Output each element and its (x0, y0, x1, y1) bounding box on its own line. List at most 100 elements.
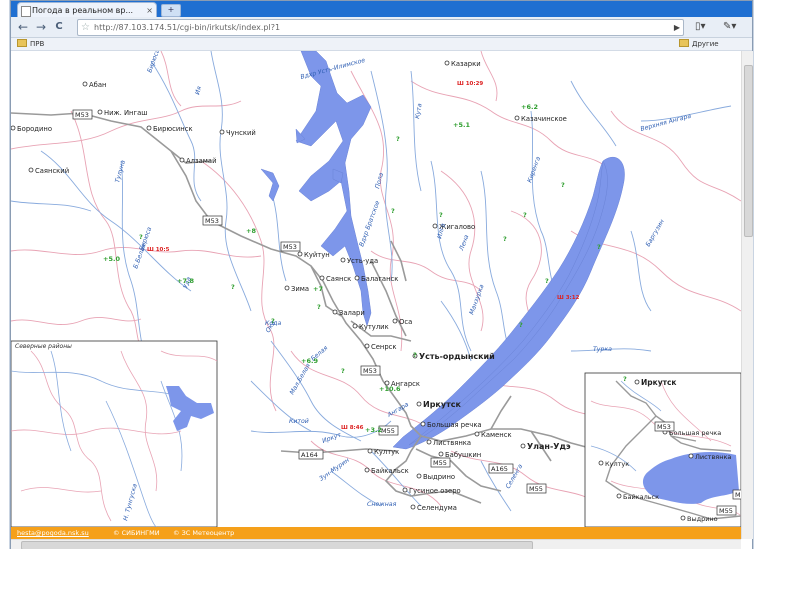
tab-weather[interactable]: Погода в реальном вр... × (17, 2, 157, 17)
unknown-marker: ? (439, 211, 443, 219)
city-marker (97, 109, 103, 115)
temperature-label: +3.2 (365, 426, 382, 434)
inset-city-label: Култук (605, 460, 629, 468)
city-marker (340, 257, 346, 263)
reload-button[interactable]: C (51, 19, 67, 35)
tools-menu-button[interactable]: ✎▾ (723, 19, 736, 35)
address-bar[interactable]: ☆ http://87.103.174.51/cgi-bin/irkutsk/i… (77, 19, 684, 36)
wind-label: Ш 10:5 (147, 247, 170, 253)
temperature-label: +7 (313, 285, 323, 293)
city-marker (179, 157, 185, 163)
temperature-label: +6.2 (521, 103, 538, 111)
city-label: Листвянка (433, 439, 471, 447)
road-label: A164 (301, 451, 318, 459)
city-label: Бирюсинск (153, 125, 193, 133)
unknown-marker: ? (317, 303, 321, 311)
go-icon[interactable]: ▶ (674, 20, 680, 35)
city-marker (352, 323, 358, 329)
city-marker (410, 504, 416, 510)
folder-icon (679, 39, 689, 47)
bookmarks-bar: ПРВ Другие закладки (11, 38, 752, 60)
star-icon[interactable]: ☆ (81, 20, 90, 35)
scroll-thumb[interactable] (744, 65, 753, 237)
city-label: Большая речка (427, 421, 482, 429)
city-marker (364, 343, 370, 349)
forward-button[interactable]: → (33, 19, 49, 35)
folder-icon (17, 39, 27, 47)
unknown-marker: ? (413, 351, 417, 359)
river-label: Турка (593, 346, 612, 353)
city-label: Выдрино (423, 473, 455, 481)
city-label: Залари (339, 309, 365, 317)
inset-north (11, 340, 218, 528)
city-marker (364, 467, 370, 473)
city-marker (680, 515, 686, 521)
metcenter-link[interactable]: © ЗС Метеоцентр (173, 527, 234, 539)
new-tab-button[interactable]: + (161, 4, 181, 17)
email-link[interactable]: hesta@pogoda.nsk.su (17, 527, 89, 539)
road-label: M53 (657, 423, 671, 431)
city-marker (392, 318, 398, 324)
city-label: Казарки (451, 60, 481, 68)
sibngmi-link[interactable]: © СИБИНГМИ (113, 527, 160, 539)
back-button[interactable]: ← (15, 19, 31, 35)
slide-background (0, 549, 800, 600)
temperature-label: +6.9 (301, 357, 318, 365)
city-label: Иркутск (423, 400, 461, 409)
city-marker (284, 285, 290, 291)
unknown-marker: ? (597, 243, 601, 251)
inset-irkutsk (584, 372, 741, 528)
road-label: M55 (719, 507, 733, 515)
city-marker (520, 443, 526, 449)
city-marker (219, 129, 225, 135)
city-marker (416, 401, 422, 407)
city-label: Чунский (226, 129, 256, 137)
city-label: Улан-Удэ (527, 442, 571, 451)
city-marker (426, 439, 432, 445)
river-label: Китой (289, 418, 309, 425)
city-marker (634, 379, 640, 385)
city-label: Бородино (17, 125, 52, 133)
city-marker (444, 60, 450, 66)
temperature-label: +5.0 (103, 255, 120, 263)
city-marker (514, 115, 520, 121)
city-label: Усть-ордынский (419, 352, 495, 361)
browser-window: Погода в реальном вр... × + ← → C ☆ http… (10, 0, 753, 550)
city-label: Оса (399, 318, 412, 326)
city-marker (367, 448, 373, 454)
city-marker (319, 275, 325, 281)
city-label: Каменск (481, 431, 512, 439)
unknown-marker: ? (396, 135, 400, 143)
city-label: Саянск (326, 275, 351, 283)
city-marker (146, 125, 152, 131)
weather-map[interactable]: Абан Ниж. Ингаш Бородино Бирюсинск Чунский Са… (11, 51, 741, 528)
river-label: Снежная (367, 501, 397, 508)
unknown-marker: ? (391, 207, 395, 215)
city-label: Ниж. Ингаш (104, 109, 147, 117)
city-label: Балаганск (361, 275, 398, 283)
wind-label: Ш 3:12 (557, 295, 580, 301)
city-marker (402, 487, 408, 493)
close-icon[interactable]: × (146, 3, 153, 17)
unknown-marker: ? (231, 283, 235, 291)
tab-strip: Погода в реальном вр... × + (11, 1, 752, 17)
inset-north-title: Северные районы (15, 343, 72, 350)
city-marker (474, 431, 480, 437)
unknown-marker: ? (523, 211, 527, 219)
city-label: Кутулик (359, 323, 389, 331)
city-marker (28, 167, 34, 173)
page-icon (21, 6, 31, 17)
bookmark-folder-prv[interactable]: ПРВ (17, 38, 44, 50)
wind-label: Ш 10:29 (457, 81, 483, 87)
unknown-marker: ? (139, 233, 143, 241)
vertical-scrollbar[interactable] (741, 51, 753, 539)
unknown-marker: ? (561, 181, 565, 189)
road-label: M55 (381, 427, 395, 435)
city-label: Алзамай (186, 157, 216, 165)
city-marker (432, 223, 438, 229)
city-marker (420, 421, 426, 427)
page-menu-button[interactable]: ▯▾ (695, 19, 706, 35)
city-label: Гусиное озеро (409, 487, 461, 495)
city-marker (332, 309, 338, 315)
inset-city-label: Листвянка (695, 453, 731, 461)
